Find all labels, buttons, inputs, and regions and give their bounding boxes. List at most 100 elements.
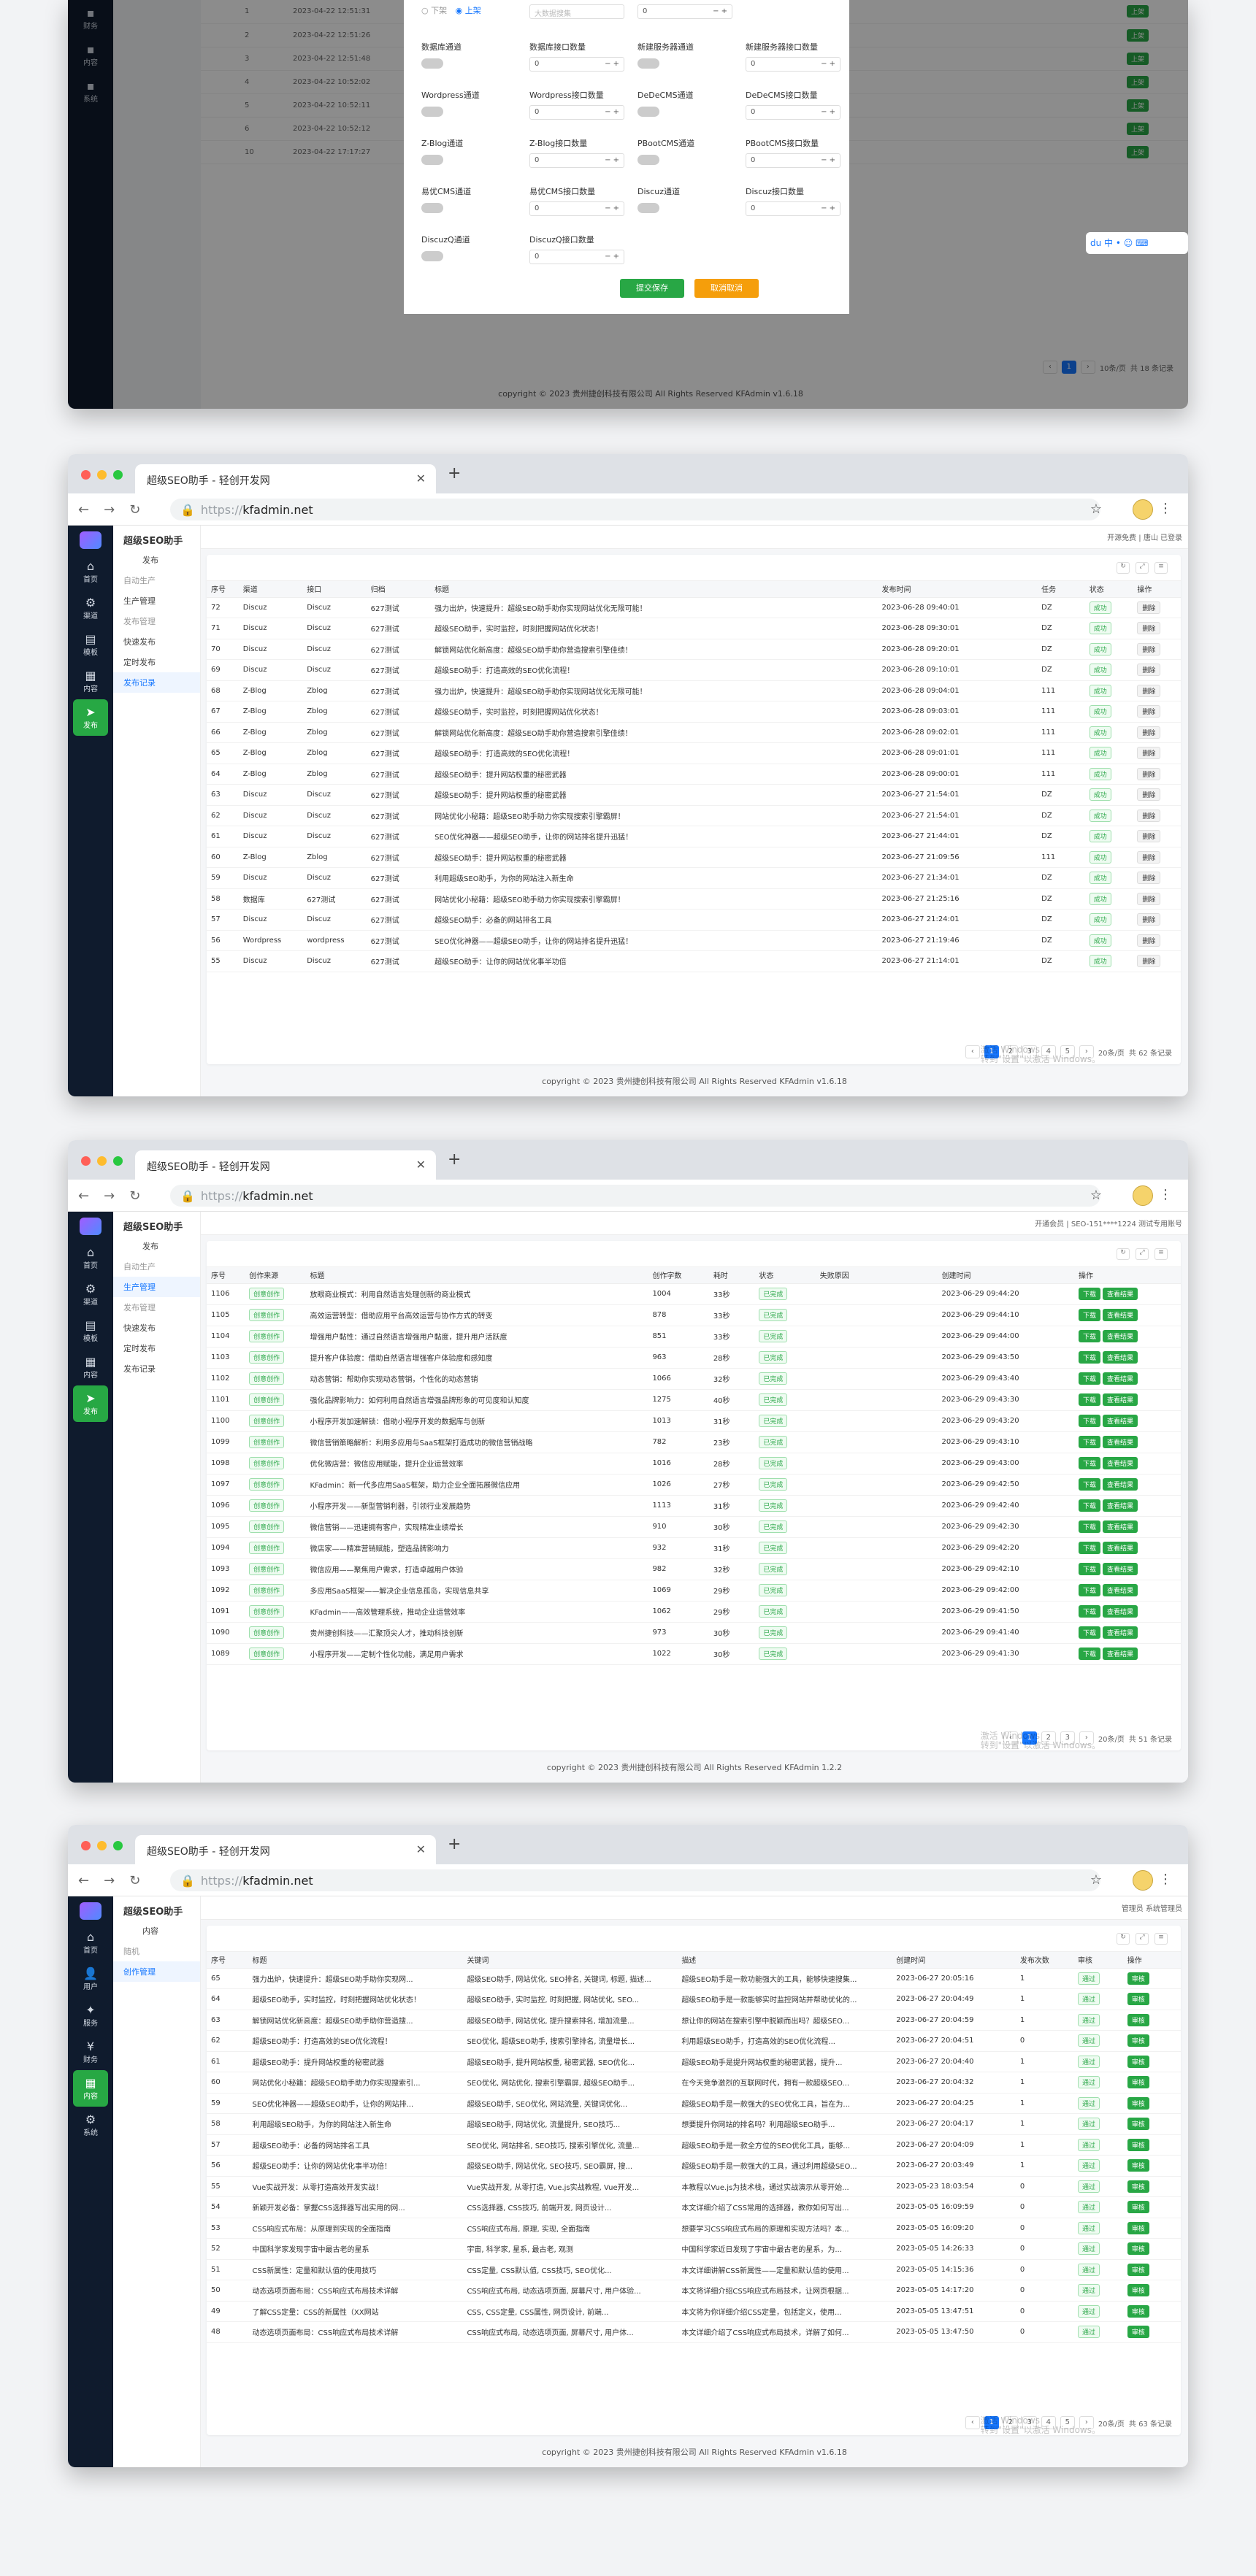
download-button[interactable]: 下载 <box>1079 1309 1101 1321</box>
channel-toggle[interactable] <box>421 58 443 69</box>
view-result-button[interactable]: 查看结果 <box>1103 1542 1138 1554</box>
column-header[interactable]: 任务 <box>1037 581 1085 598</box>
column-header[interactable]: 序号 <box>207 581 239 598</box>
stepper-buttons[interactable]: − + <box>605 253 619 261</box>
new-tab-icon[interactable]: + <box>448 464 461 482</box>
fullscreen-icon[interactable]: ⤢ <box>1136 1248 1149 1260</box>
stepper-buttons[interactable]: − + <box>821 204 835 212</box>
download-button[interactable]: 下载 <box>1079 1563 1101 1575</box>
browser-tab[interactable]: 超级SEO助手 - 轻创开发网 ✕ <box>135 464 436 493</box>
column-header[interactable]: 审核 <box>1073 1952 1123 1969</box>
sub-menu-item[interactable]: 自动生产 <box>113 1256 200 1277</box>
prev-page-icon[interactable]: ‹ <box>965 2416 980 2429</box>
sub-menu-item[interactable]: 内容 <box>113 1921 200 1941</box>
nav-item-publish[interactable]: ➤ 发布 <box>73 699 108 736</box>
page-size[interactable]: 20条/页 <box>1098 1047 1125 1058</box>
address-bar[interactable]: 🔒 https://kfadmin.net <box>170 1869 1100 1891</box>
download-button[interactable]: 下载 <box>1079 1415 1101 1427</box>
view-result-button[interactable]: 查看结果 <box>1103 1499 1138 1512</box>
new-tab-icon[interactable]: + <box>448 1150 461 1169</box>
audit-button[interactable]: 审核 <box>1127 2263 1149 2276</box>
audit-button[interactable]: 审核 <box>1127 2034 1149 2048</box>
view-result-button[interactable]: 查看结果 <box>1103 1563 1138 1575</box>
view-result-button[interactable]: 查看结果 <box>1103 1478 1138 1491</box>
view-result-button[interactable]: 查看结果 <box>1103 1330 1138 1342</box>
column-header[interactable]: 操作 <box>1133 581 1181 598</box>
forward-icon[interactable]: → <box>104 1188 115 1204</box>
download-button[interactable]: 下载 <box>1079 1372 1101 1385</box>
column-header[interactable]: 状态 <box>754 1267 816 1284</box>
minimize-dot[interactable] <box>97 1156 107 1166</box>
column-header[interactable]: 序号 <box>207 1952 248 1969</box>
delete-button[interactable]: 删除 <box>1137 642 1161 655</box>
download-button[interactable]: 下载 <box>1079 1520 1101 1533</box>
user-info[interactable]: 开源免费 | 唐山 已登录 <box>1107 531 1182 542</box>
prev-page-icon[interactable]: ‹ <box>965 1045 980 1058</box>
sub-menu-item[interactable]: 发布管理 <box>113 1297 200 1318</box>
delete-button[interactable]: 删除 <box>1137 726 1161 739</box>
download-button[interactable]: 下载 <box>1079 1288 1101 1300</box>
sub-menu-item[interactable]: 发布 <box>113 550 200 570</box>
channel-toggle[interactable] <box>421 251 443 261</box>
column-header[interactable]: 描述 <box>677 1952 892 1969</box>
column-header[interactable]: 渠道 <box>238 581 303 598</box>
maximize-dot[interactable] <box>113 1156 123 1166</box>
audit-button[interactable]: 审核 <box>1127 2159 1149 2172</box>
nav-item-content[interactable]: ▦ 内容 <box>73 2070 108 2107</box>
audit-button[interactable]: 审核 <box>1127 2096 1149 2110</box>
reload-icon[interactable]: ↻ <box>129 1873 140 1888</box>
channel-toggle[interactable] <box>637 203 659 213</box>
count-stepper[interactable]: 0 − + <box>746 105 840 120</box>
bookmark-star-icon[interactable]: ☆ <box>1090 501 1102 517</box>
view-result-button[interactable]: 查看结果 <box>1103 1415 1138 1427</box>
view-result-button[interactable]: 查看结果 <box>1103 1605 1138 1618</box>
close-dot[interactable] <box>81 1156 91 1166</box>
stepper-buttons[interactable]: − + <box>605 156 619 164</box>
channel-toggle[interactable] <box>637 155 659 165</box>
view-result-button[interactable]: 查看结果 <box>1103 1393 1138 1406</box>
delete-button[interactable]: 删除 <box>1137 747 1161 760</box>
column-header[interactable]: 耗时 <box>708 1267 755 1284</box>
delete-button[interactable]: 删除 <box>1137 850 1161 864</box>
download-button[interactable]: 下载 <box>1079 1351 1101 1364</box>
view-result-button[interactable]: 查看结果 <box>1103 1372 1138 1385</box>
delete-button[interactable]: 删除 <box>1137 788 1161 801</box>
sub-menu-item[interactable]: 定时发布 <box>113 652 200 672</box>
nav-item-channel[interactable]: ⚙ 渠道 <box>68 1276 113 1312</box>
stepper-buttons[interactable]: − + <box>821 156 835 164</box>
forward-icon[interactable]: → <box>104 1873 115 1888</box>
column-header[interactable]: 发布时间 <box>877 581 1038 598</box>
view-result-button[interactable]: 查看结果 <box>1103 1457 1138 1469</box>
nav-item-channel[interactable]: ⚙ 渠道 <box>68 590 113 626</box>
nav-item-home[interactable]: ⌂ 首页 <box>68 553 113 590</box>
column-settings-icon[interactable]: ≡ <box>1154 1933 1168 1945</box>
stepper-buttons[interactable]: − + <box>821 108 835 116</box>
count-stepper[interactable]: 0 − + <box>746 201 840 216</box>
column-header[interactable]: 接口 <box>302 581 367 598</box>
forward-icon[interactable]: → <box>104 502 115 518</box>
count-stepper[interactable]: 0 − + <box>529 105 624 120</box>
count-input[interactable]: 0− + <box>637 4 732 19</box>
audit-button[interactable]: 审核 <box>1127 1993 1149 2006</box>
radio-off[interactable]: ○ 下架 <box>421 6 447 15</box>
menu-icon[interactable]: ⋮ <box>1159 1187 1172 1202</box>
close-tab-icon[interactable]: ✕ <box>416 1158 426 1172</box>
audit-button[interactable]: 审核 <box>1127 2055 1149 2068</box>
delete-button[interactable]: 删除 <box>1137 622 1161 635</box>
back-icon[interactable]: ← <box>78 502 89 518</box>
nav-item-user[interactable]: 👤 用户 <box>68 1961 113 1997</box>
menu-icon[interactable]: ⋮ <box>1159 501 1172 516</box>
page-size[interactable]: 20条/页 <box>1098 2418 1125 2429</box>
view-result-button[interactable]: 查看结果 <box>1103 1648 1138 1660</box>
download-button[interactable]: 下载 <box>1079 1457 1101 1469</box>
delete-button[interactable]: 删除 <box>1137 913 1161 926</box>
download-button[interactable]: 下载 <box>1079 1605 1101 1618</box>
close-dot[interactable] <box>81 470 91 480</box>
column-header[interactable]: 归档 <box>366 581 431 598</box>
close-tab-icon[interactable]: ✕ <box>416 472 426 485</box>
stepper-buttons[interactable]: − + <box>605 204 619 212</box>
count-stepper[interactable]: 0 − + <box>529 201 624 216</box>
profile-avatar[interactable] <box>1133 1185 1153 1206</box>
menu-icon[interactable]: ⋮ <box>1159 1872 1172 1887</box>
nav-item-template[interactable]: ▤ 模板 <box>68 626 113 663</box>
